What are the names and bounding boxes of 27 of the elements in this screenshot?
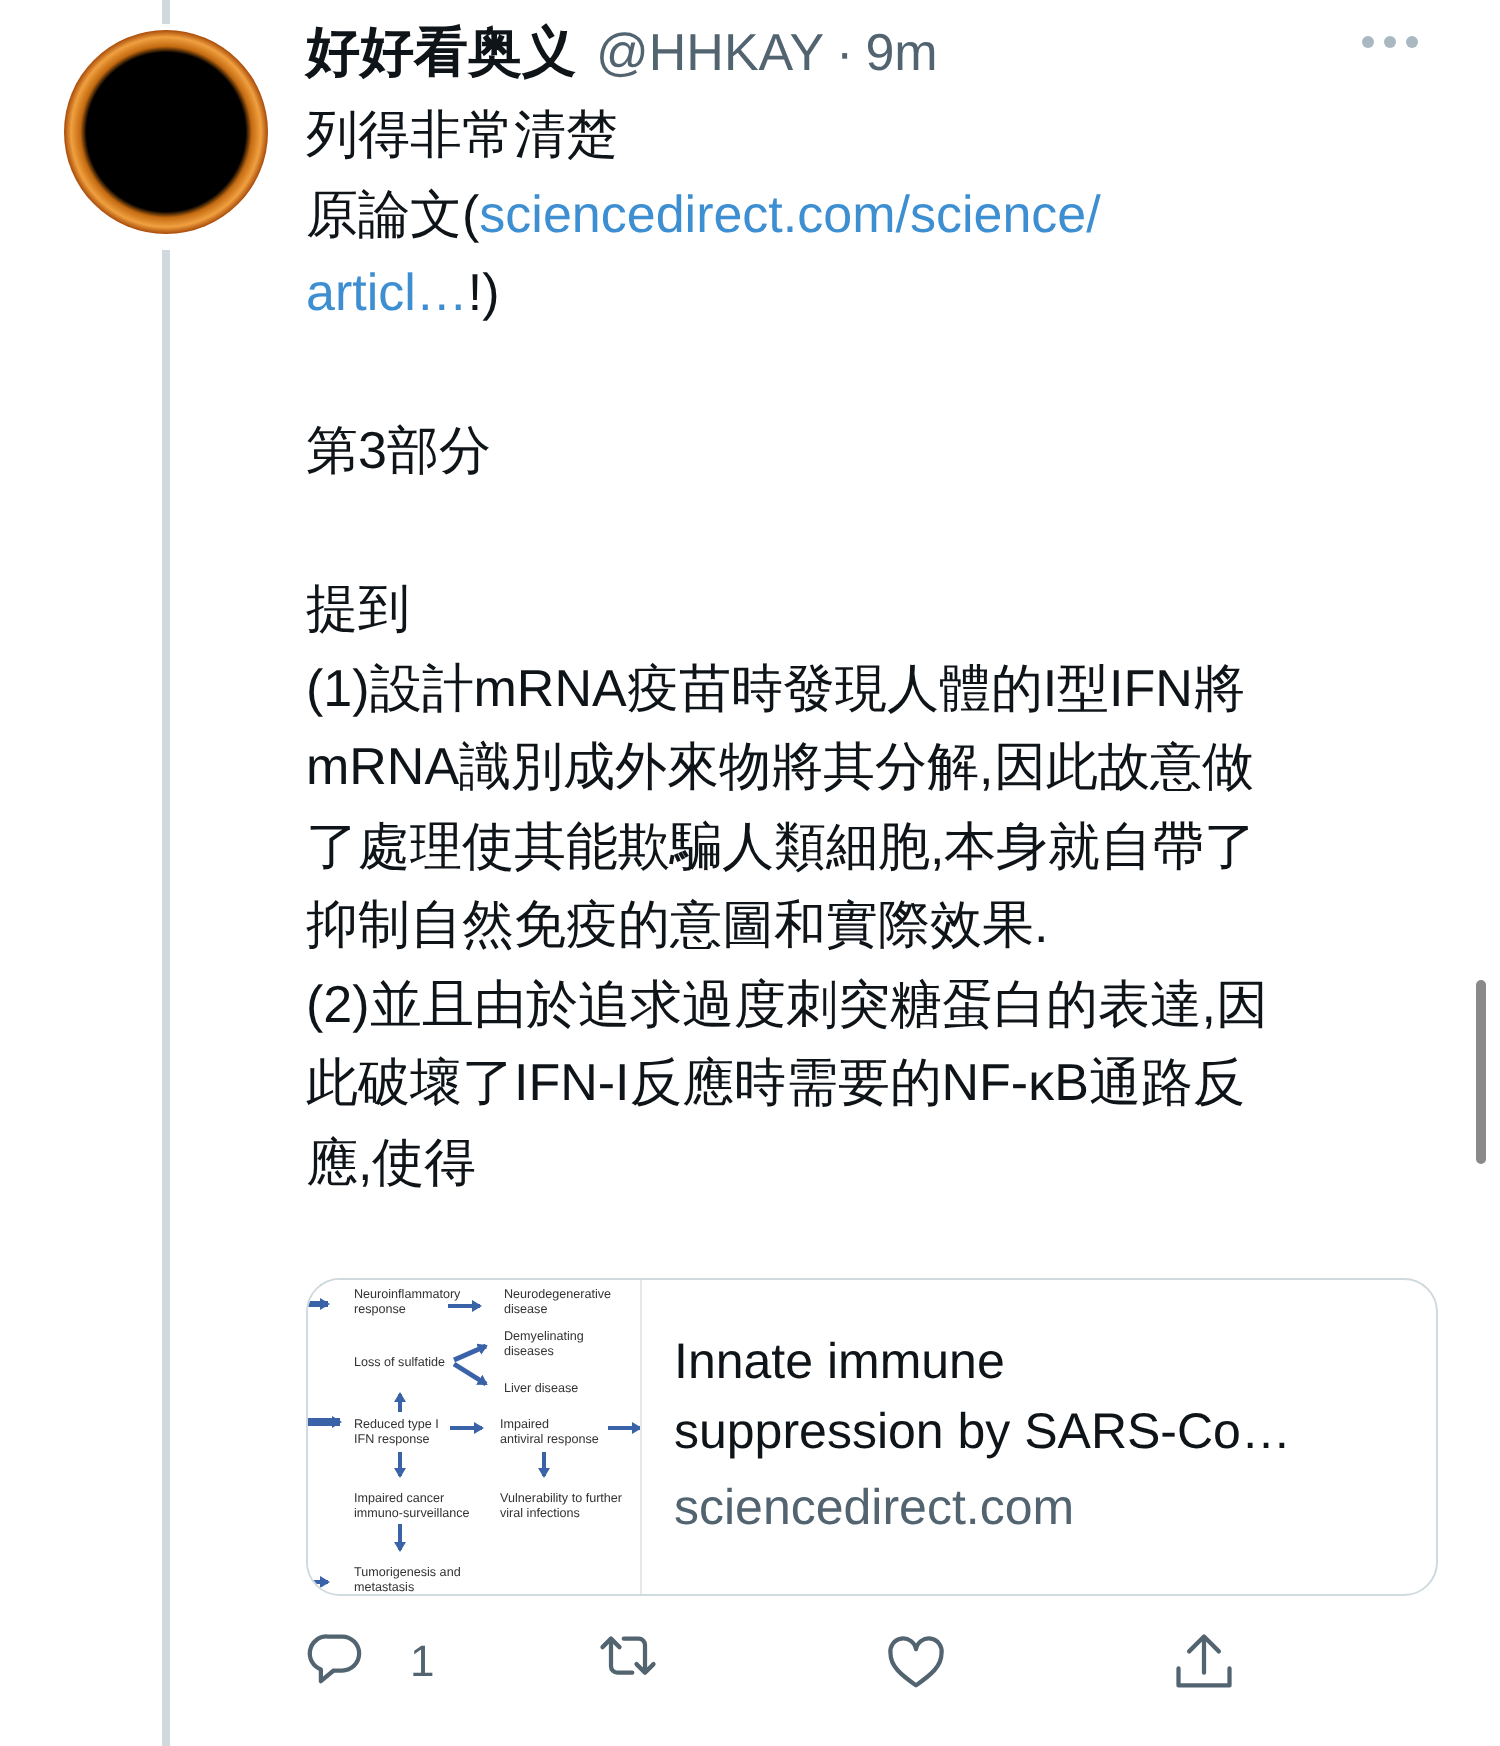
arrow bbox=[394, 1523, 406, 1551]
arrow bbox=[308, 1415, 342, 1427]
avatar[interactable] bbox=[64, 30, 268, 234]
tweet-link[interactable]: articl… bbox=[306, 262, 468, 322]
arrow bbox=[450, 1421, 484, 1433]
share-icon[interactable] bbox=[1170, 1629, 1238, 1693]
tweet-text: 提到 (1)設計mRNA疫苗時發現人體的I型IFN將 mRNA識別成外來物將其分解,因此故意做 了處理使其能欺騙人類細胞,本身就自帶了 抑制自然免疫的意圖和實際效果. (2)並且由於追求過度刺突糖蛋白的表達,因 此破壞了IFN-I反應時需要的NF-κB通路反 應,使得 bbox=[306, 576, 1268, 1195]
arrow bbox=[308, 1297, 330, 1309]
card-domain: sciencedirect.com bbox=[674, 1478, 1077, 1540]
post-time[interactable]: 9m bbox=[865, 22, 938, 84]
arrow bbox=[394, 1451, 406, 1477]
reply-count: 1 bbox=[410, 1635, 435, 1687]
author-name[interactable]: 好好看奥义 bbox=[306, 16, 576, 88]
arrow bbox=[452, 1360, 488, 1386]
arrow bbox=[608, 1421, 642, 1433]
arrow bbox=[453, 1342, 488, 1362]
scrollbar[interactable] bbox=[1476, 980, 1486, 1164]
tweet-text: 列得非常清楚 原論文(sciencedirect.com/science/ articl…!) bbox=[306, 102, 1101, 326]
arrow bbox=[538, 1451, 550, 1477]
author-handle[interactable]: @HHKAY bbox=[596, 22, 825, 84]
tweet-link[interactable]: sciencedirect.com/science/ bbox=[479, 183, 1101, 243]
tweet-text: 第3部分 bbox=[306, 418, 491, 484]
link-card[interactable] bbox=[306, 1277, 1438, 1595]
card-title[interactable]: Innate immune suppression by SARS-Co… bbox=[674, 1328, 1291, 1468]
arrow bbox=[394, 1391, 406, 1411]
separator: · bbox=[836, 22, 854, 84]
arrow bbox=[448, 1299, 482, 1311]
